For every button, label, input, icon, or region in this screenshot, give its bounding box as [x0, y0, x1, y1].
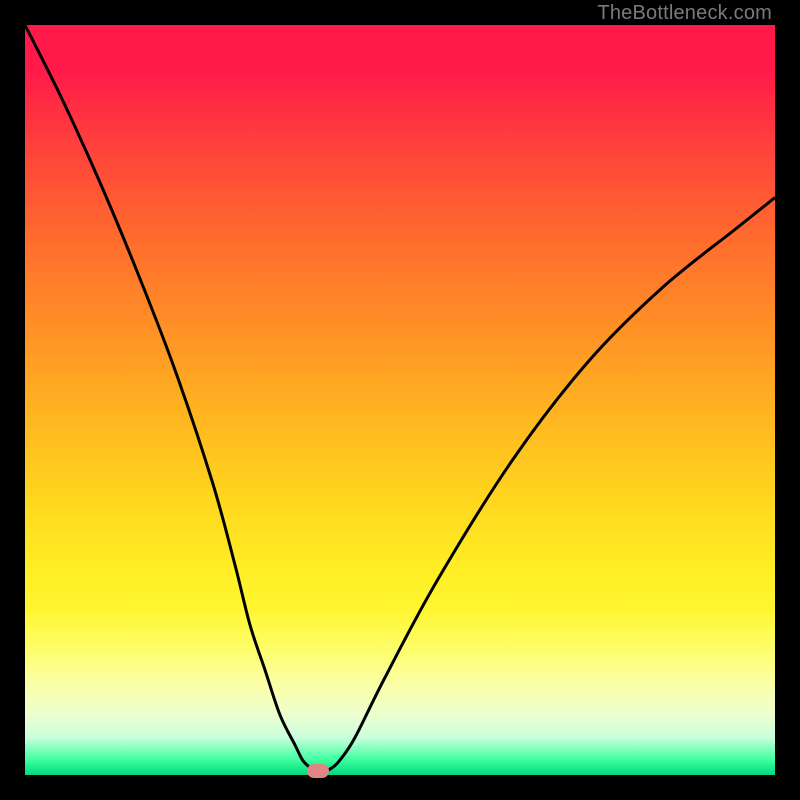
watermark-text: TheBottleneck.com [597, 2, 772, 25]
chart-stage: TheBottleneck.com [0, 0, 800, 800]
plot-area [25, 25, 775, 775]
bottleneck-curve [25, 25, 775, 772]
curve-svg [25, 25, 775, 775]
